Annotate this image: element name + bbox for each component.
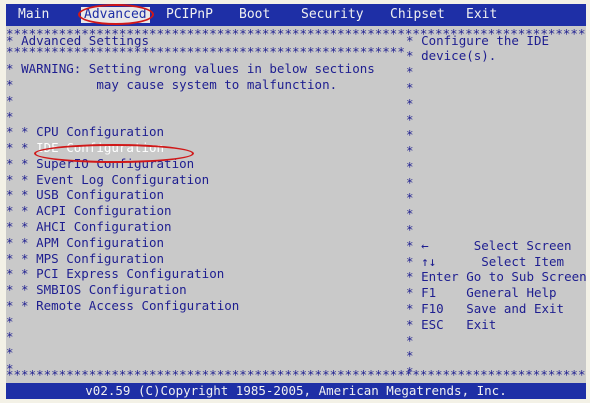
blank-row: * — [406, 333, 414, 348]
help-line-1: Configure the IDE — [421, 33, 549, 48]
annotation-circle-tab — [78, 4, 154, 25]
menu-item-row[interactable]: * * APM Configuration — [6, 235, 164, 251]
blank-row: * — [6, 314, 14, 329]
annotation-circle-item — [34, 144, 194, 163]
help-line-2: device(s). — [421, 48, 497, 63]
copyright-footer: v02.59 (C)Copyright 1985-2005, American … — [6, 383, 586, 399]
key-select-screen-desc: Select Screen — [473, 238, 572, 253]
menu-item-row[interactable]: * * PCI Express Configuration — [6, 266, 224, 282]
key-row: * ↑↓ Select Item — [406, 254, 565, 269]
menu-item-row[interactable]: * * ACPI Configuration — [6, 203, 172, 219]
menu-chipset[interactable]: Chipset — [390, 7, 445, 23]
menu-pcipnp[interactable]: PCIPnP — [166, 7, 213, 23]
key-row: * Enter Go to Sub Screen — [406, 269, 586, 284]
usb-configuration-item[interactable]: USB Configuration — [36, 187, 164, 202]
key-row: * ← Select Screen — [406, 238, 572, 253]
warning-line-2-row: * may cause system to malfunction. — [6, 77, 338, 92]
menu-item-row[interactable]: * * AHCI Configuration — [6, 219, 172, 235]
menu-bar: Main Advanced PCIPnP Boot Security Chips… — [6, 4, 586, 26]
menu-item-row[interactable]: * * CPU Configuration — [6, 124, 164, 140]
blank-row: * — [406, 222, 414, 237]
blank-row: * — [406, 96, 414, 111]
blank-row: * — [6, 109, 14, 124]
menu-security[interactable]: Security — [301, 7, 364, 23]
menu-exit[interactable]: Exit — [466, 7, 497, 23]
blank-row: * — [406, 112, 414, 127]
blank-row: * — [6, 93, 14, 108]
key-enter: Enter — [421, 269, 459, 284]
menu-item-row[interactable]: * * SMBIOS Configuration — [6, 282, 187, 298]
smbios-configuration-item[interactable]: SMBIOS Configuration — [36, 282, 187, 297]
blank-row: * — [6, 345, 14, 360]
apm-configuration-item[interactable]: APM Configuration — [36, 235, 164, 250]
warning-line-1: WARNING: Setting wrong values in below s… — [21, 61, 375, 76]
blank-row: * — [406, 80, 414, 95]
key-esc-desc: Exit — [466, 317, 497, 332]
acpi-configuration-item[interactable]: ACPI Configuration — [36, 203, 171, 218]
separator: ****************************************… — [6, 44, 406, 59]
blank-row: * — [406, 143, 414, 158]
mps-configuration-item[interactable]: MPS Configuration — [36, 251, 164, 266]
key-select-item: ↑↓ — [421, 254, 437, 269]
menu-item-row[interactable]: * * Remote Access Configuration — [6, 298, 239, 314]
ahci-configuration-item[interactable]: AHCI Configuration — [36, 219, 171, 234]
key-f1: F1 — [421, 285, 437, 300]
bios-screen: Main Advanced PCIPnP Boot Security Chips… — [6, 4, 586, 399]
key-f10: F10 — [421, 301, 444, 316]
menu-item-row[interactable]: * * MPS Configuration — [6, 251, 164, 267]
bottom-border: ****************************************… — [6, 367, 586, 382]
key-row: * F1 General Help — [406, 285, 557, 300]
cpu-configuration-item[interactable]: CPU Configuration — [36, 124, 164, 139]
key-row: * F10 Save and Exit — [406, 301, 565, 316]
blank-row: * — [406, 206, 414, 221]
key-select-screen: ← — [421, 238, 429, 253]
warning-line-2: may cause system to malfunction. — [96, 77, 338, 92]
key-f1-desc: General Help — [466, 285, 557, 300]
menu-item-row[interactable]: * * USB Configuration — [6, 187, 164, 203]
remote-access-configuration-item[interactable]: Remote Access Configuration — [36, 298, 239, 313]
blank-row: * — [406, 64, 414, 79]
blank-row: * — [406, 127, 414, 142]
blank-row: * — [406, 190, 414, 205]
menu-boot[interactable]: Boot — [239, 7, 270, 23]
menu-item-row[interactable]: * * Event Log Configuration — [6, 172, 209, 188]
warning-line-1-row: * WARNING: Setting wrong values in below… — [6, 61, 375, 76]
key-esc: ESC — [421, 317, 444, 332]
pci-express-configuration-item[interactable]: PCI Express Configuration — [36, 266, 224, 281]
help-row: * device(s). — [406, 48, 497, 63]
left-pane: * Advanced Settings ********************… — [6, 26, 406, 383]
help-pane: * Configure the IDE * device(s). * * * *… — [406, 26, 586, 383]
key-row: * ESC Exit — [406, 317, 497, 332]
key-f10-desc: Save and Exit — [466, 301, 565, 316]
blank-row: * — [406, 348, 414, 363]
menu-main[interactable]: Main — [18, 7, 49, 23]
key-enter-desc: Go to Sub Screen — [466, 269, 586, 284]
key-select-item-desc: Select Item — [481, 254, 565, 269]
blank-row: * — [406, 159, 414, 174]
event-log-configuration-item[interactable]: Event Log Configuration — [36, 172, 209, 187]
blank-row: * — [406, 175, 414, 190]
blank-row: * — [6, 329, 14, 344]
help-row: * Configure the IDE — [406, 33, 549, 48]
